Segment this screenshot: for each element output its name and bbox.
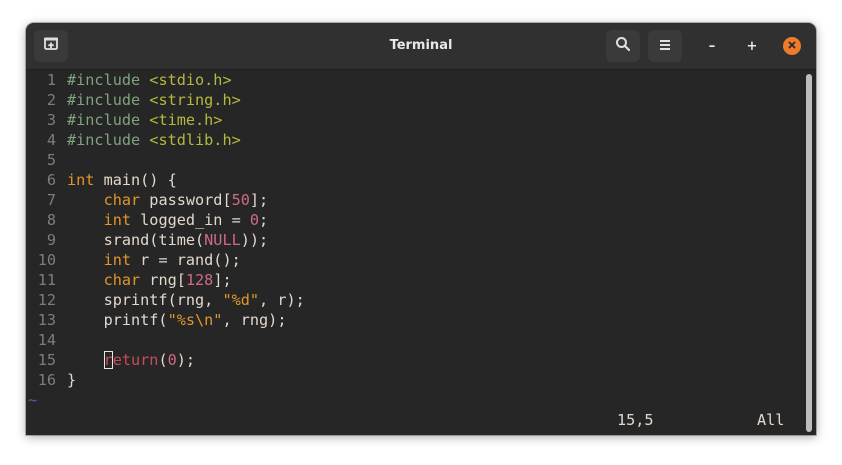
empty-line-tilde: ~ xyxy=(28,391,38,409)
code-token: NULL xyxy=(204,231,241,249)
code-token: int xyxy=(103,251,132,269)
code-token: "%s\n" xyxy=(167,311,223,329)
line-number: 6 xyxy=(46,171,56,189)
code-token: 50 xyxy=(231,191,250,209)
line-number: 10 xyxy=(37,251,56,269)
code-line: 7 char password[50]; xyxy=(26,190,268,210)
minimize-button[interactable]: – xyxy=(703,37,721,55)
code-token: int xyxy=(67,171,95,189)
code-line: 5 xyxy=(26,150,67,170)
code-token: )); xyxy=(240,231,269,249)
search-button[interactable] xyxy=(606,30,640,62)
code-token: ]; xyxy=(249,191,269,209)
text-cursor: r xyxy=(103,351,113,369)
line-number: 9 xyxy=(46,231,56,249)
code-token: logged_in = xyxy=(131,211,250,229)
scrollbar[interactable] xyxy=(806,74,812,432)
close-icon xyxy=(787,39,797,54)
menu-button[interactable] xyxy=(648,30,682,62)
code-line: 4 #include <stdlib.h> xyxy=(26,130,241,150)
terminal-content[interactable]: ~ 15,5 All 1 #include <stdio.h> 2 #include … xyxy=(26,70,816,435)
code-token: #include xyxy=(67,111,150,129)
line-number: 2 xyxy=(46,91,56,109)
code-line: 8 int logged_in = 0; xyxy=(26,210,268,230)
new-tab-icon xyxy=(43,36,59,56)
code-line: 3 #include <time.h> xyxy=(26,110,223,130)
code-line: 1 #include <stdio.h> xyxy=(26,70,232,90)
cursor-position: 15,5 xyxy=(617,411,654,429)
line-number: 3 xyxy=(46,111,56,129)
code-line: 11 char rng[128]; xyxy=(26,270,232,290)
code-token: char xyxy=(103,271,141,289)
code-token: r = rand(); xyxy=(131,251,241,269)
code-token: password[ xyxy=(140,191,232,209)
code-token: <stdlib.h> xyxy=(149,131,241,149)
code-token: <time.h> xyxy=(149,111,223,129)
line-number: 12 xyxy=(37,291,56,309)
code-token: int xyxy=(103,211,132,229)
code-token: main() { xyxy=(94,171,177,189)
minimize-icon: – xyxy=(708,38,716,54)
code-token: printf( xyxy=(67,311,168,329)
line-number: 5 xyxy=(46,151,56,169)
code-token: ; xyxy=(259,211,269,229)
code-line: 15 return(0); xyxy=(26,350,195,370)
code-token: #include xyxy=(67,131,150,149)
hamburger-menu-icon xyxy=(658,37,672,56)
code-token: #include xyxy=(67,91,150,109)
code-line: 13 printf("%s\n", rng); xyxy=(26,310,287,330)
code-token: eturn xyxy=(112,351,159,369)
maximize-button[interactable]: + xyxy=(743,37,761,55)
line-number: 16 xyxy=(37,371,56,389)
code-token: , r); xyxy=(259,291,305,309)
code-token: sprintf(rng, xyxy=(67,291,223,309)
line-number: 8 xyxy=(46,211,56,229)
code-token: #include xyxy=(67,71,150,89)
code-line: 16} xyxy=(26,370,76,390)
scroll-indicator: All xyxy=(757,411,785,429)
close-button[interactable] xyxy=(783,37,801,55)
maximize-icon: + xyxy=(746,38,758,54)
code-line: 2 #include <string.h> xyxy=(26,90,241,110)
code-token: , rng); xyxy=(222,311,287,329)
code-token: srand(time( xyxy=(67,231,205,249)
code-token: char xyxy=(103,191,141,209)
code-line: 6 int main() { xyxy=(26,170,177,190)
line-number: 7 xyxy=(46,191,56,209)
search-icon xyxy=(615,36,631,56)
terminal-window: Terminal – + ~ 15,5 All 1 #include <stdi… xyxy=(26,23,816,435)
code-token: <string.h> xyxy=(149,91,241,109)
code-token: ); xyxy=(176,351,196,369)
code-token: } xyxy=(67,371,77,389)
line-number: 11 xyxy=(37,271,56,289)
code-token: 0 xyxy=(167,351,177,369)
code-token: ( xyxy=(158,351,168,369)
code-token: 0 xyxy=(249,211,260,229)
line-number: 4 xyxy=(46,131,56,149)
code-token: 128 xyxy=(185,271,214,289)
line-number: 14 xyxy=(37,331,56,349)
header-bar: Terminal – + xyxy=(26,23,816,70)
code-token: rng[ xyxy=(140,271,186,289)
code-line: 14 xyxy=(26,330,67,350)
code-token: "%d" xyxy=(222,291,260,309)
code-line: 10 int r = rand(); xyxy=(26,250,241,270)
line-number: 1 xyxy=(46,71,56,89)
line-number: 13 xyxy=(37,311,56,329)
code-token: <stdio.h> xyxy=(149,71,232,89)
code-token: ]; xyxy=(213,271,232,289)
code-line: 9 srand(time(NULL)); xyxy=(26,230,268,250)
line-number: 15 xyxy=(37,351,56,369)
new-tab-button[interactable] xyxy=(34,30,68,62)
code-line: 12 sprintf(rng, "%d", r); xyxy=(26,290,305,310)
window-title: Terminal xyxy=(389,38,453,53)
